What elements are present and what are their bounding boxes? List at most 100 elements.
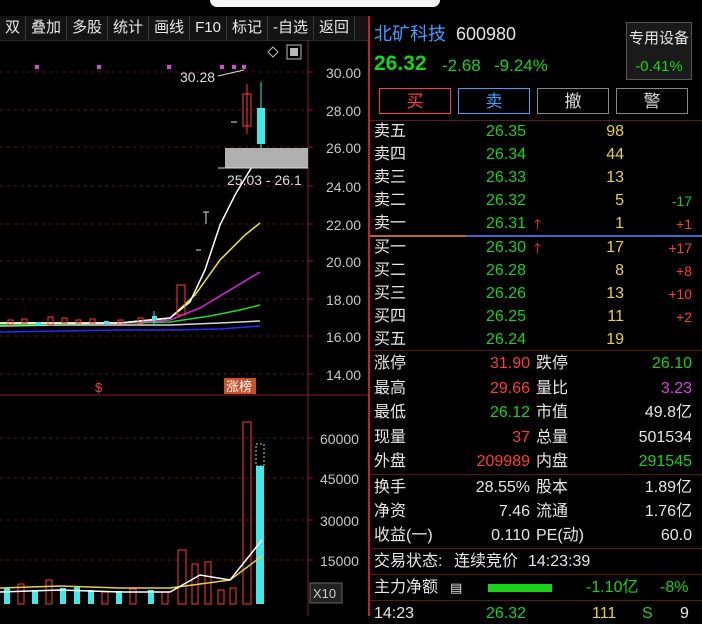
stat-label: 股本 [536,479,569,496]
volume-tick: 45000 [320,471,359,487]
order-level-label: 买二 [374,262,407,279]
order-change: -17 [671,193,692,209]
divider-line [370,574,702,575]
buy-button[interactable]: 买 [379,88,451,114]
price-change: -2.68 [442,56,481,75]
volume-unit-label: X10 [313,586,336,601]
main-capital-pct: -8% [660,579,689,596]
y-tick: 26.00 [326,140,361,156]
divider-line [370,548,702,549]
order-level-label: 卖二 [374,192,407,209]
sell-button[interactable]: 卖 [458,88,530,114]
y-tick: 22.00 [326,217,361,233]
y-tick: 18.00 [326,292,361,308]
order-level-label: 买一 [374,239,407,256]
main-capital-value: -1.10亿 [586,579,639,596]
volume-tick: 30000 [320,513,359,529]
order-change: +17 [668,240,692,256]
window-top-cap [210,0,440,7]
ma-line-white-fast [0,149,263,324]
trade-status-value: 连续竞价 [454,553,519,570]
toolbar-f10-button[interactable]: F10 [190,16,227,40]
order-volume: 13 [606,285,624,302]
trade-status-label: 交易状态: [374,553,443,570]
divider-line [370,350,702,351]
chart-toolbar: 双 叠加 多股 统计 画线 F10 标记 -自选 返回 [0,16,368,41]
toolbar-back-button[interactable]: 返回 [314,16,355,40]
stat-value: 0.110 [491,527,530,544]
y-tick: 30.00 [326,65,361,81]
order-change: +1 [676,216,692,232]
stat-label: 净资 [374,503,407,520]
sector-name: 专用设备 [628,30,689,47]
divider-line [370,474,702,475]
order-volume: 98 [606,123,624,140]
high-price-label: 30.28 [180,69,215,85]
tick-side: S [642,605,653,622]
order-level-label: 买五 [374,331,407,348]
stat-value: 1.76亿 [644,503,692,520]
stat-label: 量比 [536,379,569,397]
limit-up-tag-label: 涨榜 [226,379,252,394]
divider-line [370,600,702,601]
ma-line-blue [0,325,261,333]
list-icon[interactable]: ▤ [450,578,462,598]
order-volume: 44 [606,146,624,163]
order-price: 26.25 [486,308,527,325]
sector-pct: -0.41% [635,58,683,75]
stat-value: 209989 [476,453,530,470]
order-change: +8 [676,263,692,279]
toolbar-remove-watchlist-button[interactable]: -自选 [268,16,314,40]
alert-button[interactable]: 警 [616,88,688,114]
toolbar-double-button[interactable]: 双 [0,16,27,40]
order-price: 26.28 [486,262,527,279]
sector-box[interactable]: 专用设备 -0.41% [626,22,692,80]
main-capital-bar [488,584,552,592]
order-volume: 5 [615,192,624,209]
stat-value: 29.66 [489,379,530,397]
order-volume: 8 [615,262,624,279]
price-change-pct: -9.24% [494,56,548,75]
order-price: 26.33 [486,169,527,186]
up-arrow-icon: 🡑 [534,240,542,256]
stock-code: 600980 [456,24,517,44]
stat-value: 31.90 [489,355,530,372]
kline-chart[interactable]: 30.00 28.00 26.00 24.00 22.00 20.00 18.0… [0,40,368,616]
order-volume: 17 [606,239,624,256]
volume-ma-white [0,539,263,593]
stat-label: 总量 [536,428,569,446]
volume-bars [4,421,265,605]
order-level-label: 卖三 [374,169,407,186]
ma-line-magenta [0,271,261,324]
dollar-marker: $ [95,380,103,395]
bid-ask-separator-right [466,235,702,237]
cancel-button[interactable]: 撤 [537,88,609,114]
y-tick: 14.00 [326,367,361,383]
order-price: 26.35 [486,123,527,140]
price-range-label: 25.03 - 26.1 [227,172,302,188]
stat-value: 37 [512,428,530,446]
order-level-label: 卖四 [374,146,407,163]
volume-tick: 60000 [320,431,359,447]
volume-ma-yellow [0,555,263,589]
order-volume: 19 [606,331,624,348]
toolbar-overlay-button[interactable]: 叠加 [26,16,68,40]
trade-status-time: 14:23:39 [528,553,591,570]
order-level-label: 卖一 [374,215,407,232]
volume-tick: 15000 [320,553,359,569]
diamond-icon[interactable] [267,46,279,58]
toolbar-mark-button[interactable]: 标记 [227,16,268,40]
tick-time: 14:23 [374,605,415,622]
order-price: 26.32 [486,192,527,209]
tick-volume: 111 [592,605,617,622]
order-volume: 1 [615,215,624,232]
order-volume: 13 [606,169,624,186]
y-tick: 16.00 [326,329,361,345]
toolbar-draw-line-button[interactable]: 画线 [149,16,191,40]
toolbar-multi-stock-button[interactable]: 多股 [67,16,109,40]
stat-value: 26.12 [489,404,530,421]
stat-label: 外盘 [374,453,407,470]
order-volume: 11 [607,308,624,325]
toolbar-stats-button[interactable]: 统计 [108,16,150,40]
stock-name: 北矿科技 [374,24,446,44]
